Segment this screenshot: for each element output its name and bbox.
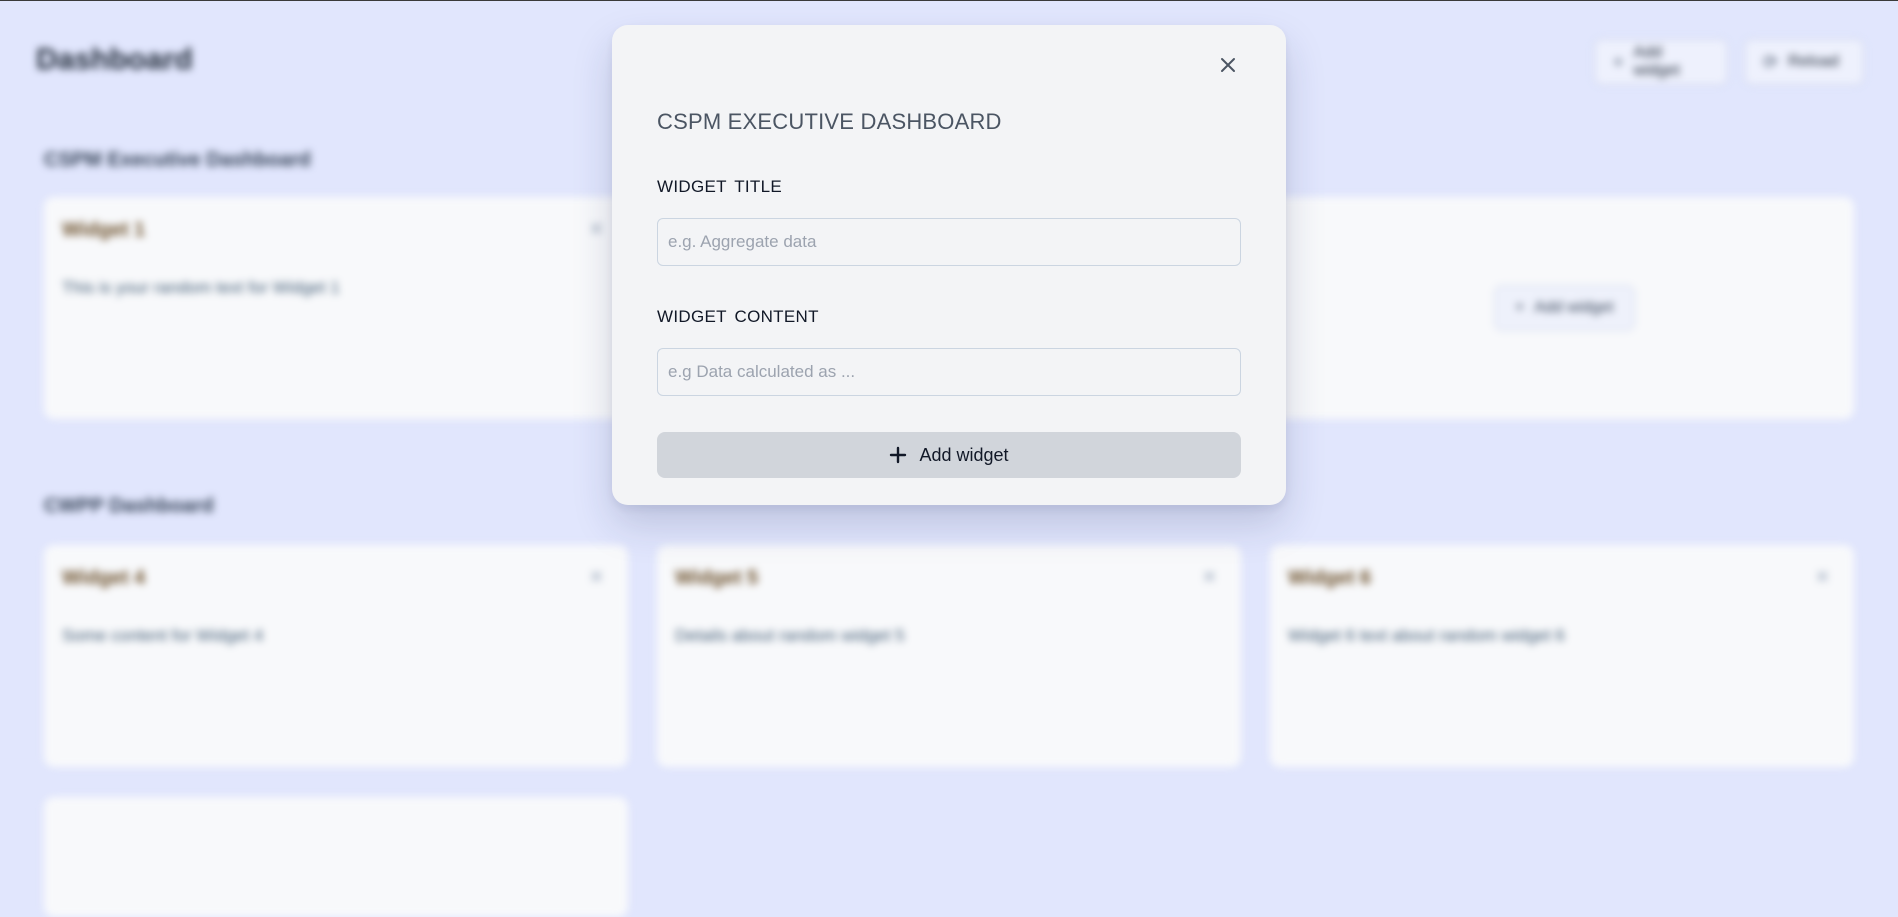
widget-card-title: Widget 1 — [62, 219, 146, 241]
plus-icon — [890, 446, 907, 464]
close-icon[interactable]: ✕ — [1815, 567, 1830, 588]
section-title-cspm: CSPM Executive Dashboard — [44, 149, 311, 171]
header-add-widget-label: Add widget — [1633, 44, 1680, 79]
widget-card-text: Widget 6 text about random widget 6 — [1288, 626, 1565, 645]
plus-icon: + — [1515, 299, 1525, 316]
widget-card-text: Some content for Widget 4 — [62, 626, 264, 645]
card-add-widget-label: Add widget — [1534, 299, 1614, 316]
page-title: Dashboard — [36, 43, 193, 76]
header-reload-button[interactable]: ⟳ Reload — [1744, 39, 1864, 85]
widget-card-title: Widget 5 — [675, 567, 759, 589]
close-icon[interactable]: ✕ — [589, 567, 604, 588]
modal-title: CSPM EXECUTIVE DASHBOARD — [657, 109, 1002, 134]
close-icon[interactable]: ✕ — [589, 219, 604, 240]
refresh-icon: ⟳ — [1763, 51, 1779, 72]
add-widget-button-label: Add widget — [919, 444, 1009, 465]
add-widget-modal: CSPM EXECUTIVE DASHBOARD WIDGET TITLE WI… — [612, 25, 1286, 505]
close-icon[interactable]: ✕ — [1202, 567, 1217, 588]
widget-card-title: Widget 4 — [62, 567, 146, 589]
plus-icon: + — [1613, 51, 1624, 72]
header-reload-label: Reload — [1788, 53, 1839, 70]
header-add-widget-button[interactable]: + Add widget — [1594, 39, 1728, 85]
widget-card-title: Widget 6 — [1288, 567, 1372, 589]
widget-title-label: WIDGET TITLE — [657, 177, 782, 196]
add-widget-card — [44, 797, 628, 917]
card-add-widget-button[interactable]: + Add widget — [1494, 285, 1635, 331]
widget-content-label: WIDGET CONTENT — [657, 307, 819, 326]
add-widget-card: + Add widget — [1270, 197, 1854, 419]
widget-card: Widget 4 Some content for Widget 4 ✕ — [44, 545, 628, 767]
widget-title-input[interactable] — [657, 218, 1241, 266]
widget-card: Widget 5 Details about random widget 5 ✕ — [657, 545, 1241, 767]
close-icon — [1221, 58, 1235, 72]
add-widget-button[interactable]: Add widget — [657, 432, 1241, 478]
section-title-cwpp: CWPP Dashboard — [44, 495, 214, 517]
widget-card-text: This is your random text for Widget 1 — [62, 278, 340, 297]
widget-content-input[interactable] — [657, 348, 1241, 396]
modal-close-button[interactable] — [1214, 51, 1242, 79]
widget-card: Widget 6 Widget 6 text about random widg… — [1270, 545, 1854, 767]
widget-card: Widget 1 This is your random text for Wi… — [44, 197, 628, 419]
widget-card-text: Details about random widget 5 — [675, 626, 905, 645]
